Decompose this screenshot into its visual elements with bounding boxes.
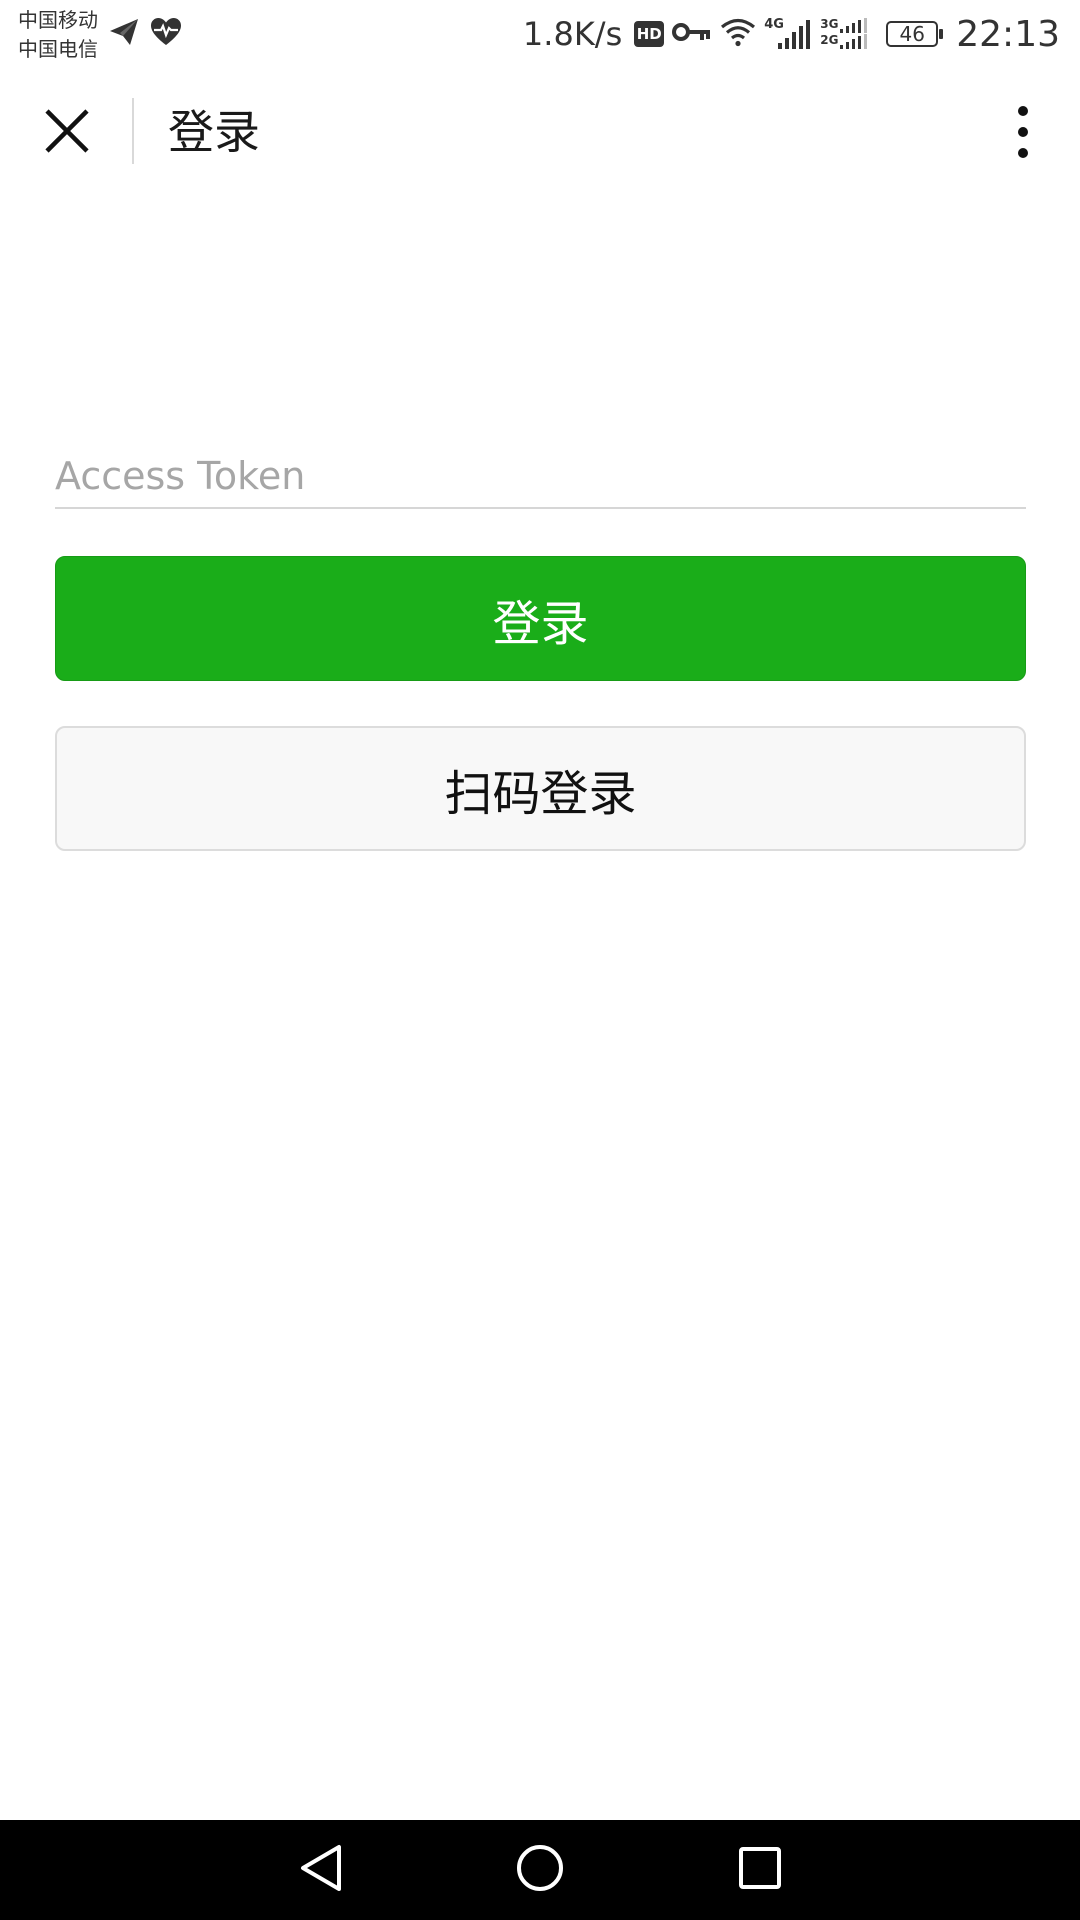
wifi-icon: [720, 17, 756, 51]
navigation-bar: [0, 1820, 1080, 1920]
screen: 中国移动 中国电信 1.8K/s HD 4G 3G 2G 46 22:13 登录…: [0, 0, 1080, 1920]
signal-4g-icon: 4G: [764, 17, 812, 51]
more-vertical-icon-dot-1: [1018, 106, 1028, 116]
more-options-button[interactable]: [998, 100, 1048, 164]
close-icon: [44, 108, 90, 158]
more-vertical-icon-dot-3: [1018, 148, 1028, 158]
back-button[interactable]: [292, 1840, 352, 1900]
carrier-info: 中国移动 中国电信: [18, 6, 98, 64]
hd-badge: HD: [634, 21, 665, 47]
heart-pulse-icon: [150, 17, 182, 51]
page-title: 登录: [168, 105, 260, 159]
home-icon: [515, 1843, 565, 1897]
network-speed: 1.8K/s: [522, 15, 623, 53]
title-divider: [132, 98, 134, 164]
paper-plane-icon: [108, 17, 140, 51]
recents-icon: [737, 1845, 783, 1895]
status-clock: 22:13: [956, 13, 1060, 55]
recents-button[interactable]: [730, 1840, 790, 1900]
status-bar: 中国移动 中国电信 1.8K/s HD 4G 3G 2G 46 22:13: [0, 0, 1080, 70]
status-right: 1.8K/s HD 4G 3G 2G 46 22:13: [523, 12, 1060, 56]
signal-3g-2g-icon: 3G 2G: [820, 17, 872, 51]
scan-login-button[interactable]: 扫码登录: [55, 726, 1026, 851]
home-button[interactable]: [510, 1840, 570, 1900]
title-bar: 登录: [0, 70, 1080, 195]
back-icon: [299, 1843, 345, 1897]
battery-indicator: 46: [886, 21, 944, 47]
login-button[interactable]: 登录: [55, 556, 1026, 681]
access-token-input[interactable]: [55, 445, 1026, 509]
status-left-icons: [108, 16, 182, 52]
carrier-1: 中国移动: [18, 8, 98, 32]
close-button[interactable]: [36, 102, 98, 164]
key-icon: [672, 19, 712, 49]
more-vertical-icon-dot-2: [1018, 127, 1028, 137]
carrier-2: 中国电信: [18, 37, 98, 61]
